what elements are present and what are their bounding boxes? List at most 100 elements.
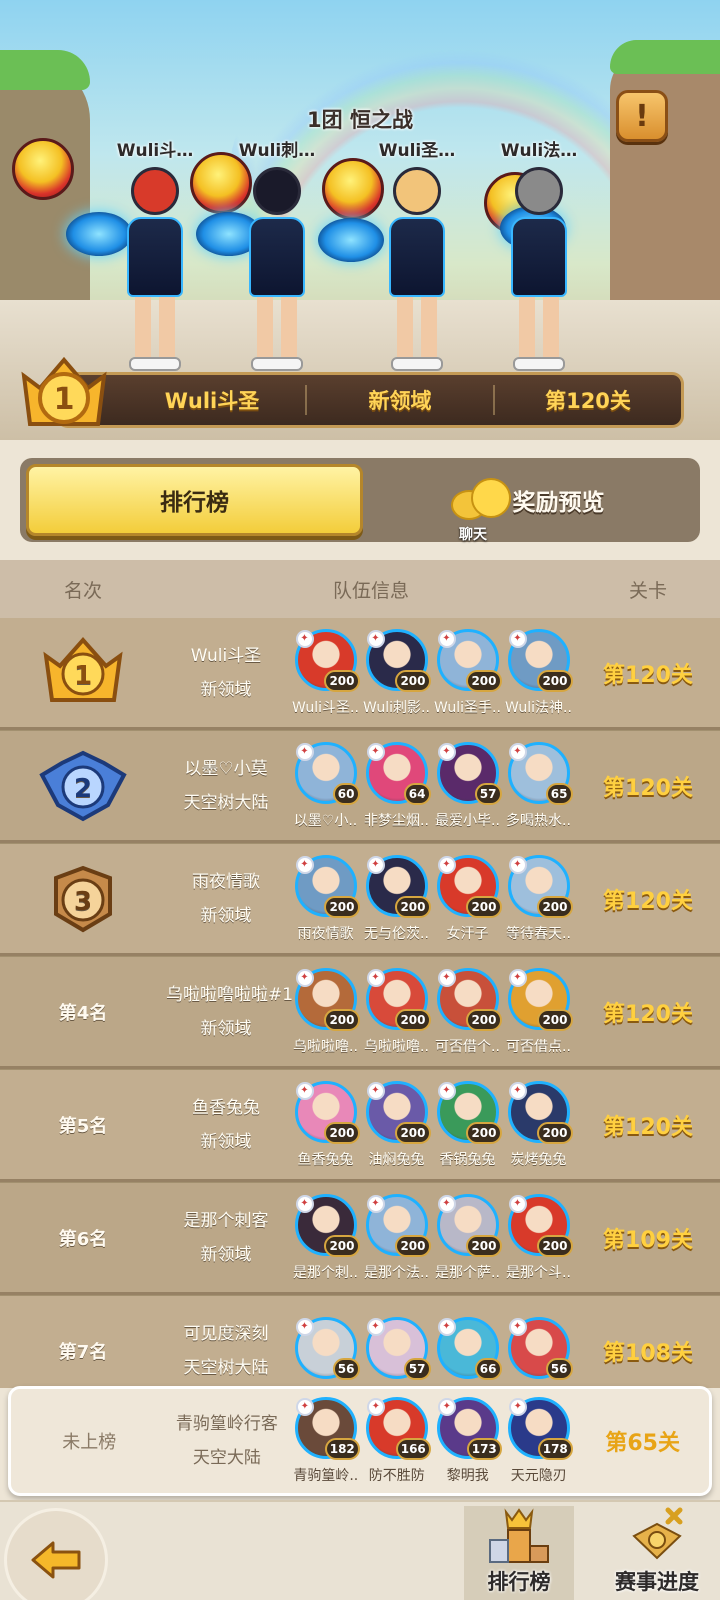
- row-level: 第120关: [603, 1001, 693, 1027]
- element-icon: ✦: [437, 629, 456, 648]
- chat-button[interactable]: 聊天: [451, 478, 511, 543]
- member-level: 65: [545, 782, 573, 805]
- element-icon: ✦: [295, 855, 314, 874]
- member-name: 香锅兔兔: [439, 1151, 496, 1168]
- ranking-row[interactable]: 第5名 鱼香兔兔 新领域 ✦ 200 鱼香兔兔 ✦ 200 油焖兔兔 ✦ 200 香锅兔兔 ✦ 200 炭烤…: [0, 1070, 720, 1182]
- team-member[interactable]: ✦ 57 最爱小毕..: [432, 741, 503, 830]
- team-member[interactable]: ✦ 200 是那个萨..: [432, 1193, 503, 1282]
- team-member[interactable]: ✦ 200 鱼香兔兔: [290, 1080, 361, 1169]
- team-member[interactable]: ✦ 166 防不胜防: [361, 1397, 432, 1485]
- member-avatar: ✦ 200: [507, 1193, 573, 1257]
- team-region: 新领域: [200, 1244, 252, 1265]
- tab-ranking[interactable]: 排行榜: [26, 464, 363, 536]
- team-member[interactable]: ✦ 56: [290, 1316, 361, 1385]
- team-member[interactable]: ✦ 60 以墨♡小..: [290, 741, 361, 830]
- ranking-row[interactable]: 3 雨夜情歌 新领域 ✦ 200 雨夜情歌 ✦ 200 无与伦茨.. ✦ 200 女汗子 ✦ 200 等待春…: [0, 844, 720, 956]
- member-level: 57: [403, 1357, 431, 1380]
- row-rank: 第6名: [58, 1228, 108, 1250]
- team-name: 鱼香兔兔: [192, 1097, 260, 1118]
- team-member[interactable]: ✦ 200 Wuli斗圣..: [290, 628, 361, 717]
- chat-label: 聊天: [459, 527, 487, 543]
- member-level: 182: [324, 1438, 360, 1460]
- member-avatar: ✦ 56: [507, 1316, 573, 1380]
- team-member[interactable]: ✦ 57: [361, 1316, 432, 1385]
- member-avatar: ✦ 200: [294, 1080, 360, 1144]
- team-member[interactable]: ✦ 200 乌啦啦噜..: [361, 967, 432, 1056]
- ranking-row[interactable]: 第6名 是那个刺客 新领域 ✦ 200 是那个刺.. ✦ 200 是那个法.. ✦ 200 是那个萨.…: [0, 1183, 720, 1295]
- team-member[interactable]: ✦ 200 可否借个..: [432, 967, 503, 1056]
- my-rank: 未上榜: [62, 1432, 117, 1453]
- member-avatar: ✦ 200: [507, 967, 573, 1031]
- member-name: 乌啦啦噜..: [364, 1038, 429, 1055]
- element-icon: ✦: [366, 855, 385, 874]
- my-team-region: 天空大陆: [192, 1448, 261, 1468]
- hero-member-4[interactable]: Wuli法…: [464, 136, 614, 377]
- team-member[interactable]: ✦ 200 Wuli法神..: [503, 628, 574, 717]
- rank-badge-number: 1: [54, 382, 75, 417]
- team-member[interactable]: ✦ 200 女汗子: [432, 854, 503, 943]
- element-icon: ✦: [437, 1194, 456, 1213]
- element-icon: ✦: [437, 968, 456, 987]
- team-member[interactable]: ✦ 182 青驹篁岭..: [290, 1397, 361, 1485]
- team-member[interactable]: ✦ 200 无与伦茨..: [361, 854, 432, 943]
- team-member[interactable]: ✦ 200 香锅兔兔: [432, 1080, 503, 1169]
- team-member[interactable]: ✦ 200 炭烤兔兔: [503, 1080, 574, 1169]
- member-name: 等待春天..: [506, 925, 571, 942]
- member-level: 200: [324, 669, 360, 692]
- team-member[interactable]: ✦ 200 乌啦啦噜..: [290, 967, 361, 1056]
- team-member[interactable]: ✦ 200 是那个斗..: [503, 1193, 574, 1282]
- ranking-row[interactable]: 第7名 可见度深刻 天空树大陆 ✦ 56 ✦ 57 ✦ 66 ✦ 56 第108关: [0, 1296, 720, 1388]
- team-member[interactable]: ✦ 64 非梦尘烟..: [361, 741, 432, 830]
- my-team-name: 青驹篁岭行客: [175, 1414, 278, 1434]
- hero-member-2[interactable]: Wuli刺…: [202, 136, 352, 377]
- row-team-info: 是那个刺客 新领域: [166, 1204, 286, 1272]
- team-member[interactable]: ✦ 200 雨夜情歌: [290, 854, 361, 943]
- element-icon: ✦: [508, 855, 527, 874]
- team-member[interactable]: ✦ 200 Wuli刺影..: [361, 628, 432, 717]
- member-avatar: ✦ 60: [294, 741, 360, 805]
- team-member[interactable]: ✦ 173 黎明我: [432, 1397, 503, 1485]
- team-member[interactable]: ✦ 178 天元隐刃: [503, 1397, 574, 1485]
- tab-rewards[interactable]: 聊天 奖励预览: [363, 464, 694, 543]
- member-level: 200: [395, 1008, 431, 1031]
- team-member[interactable]: ✦ 200 等待春天..: [503, 854, 574, 943]
- character-figure: [242, 167, 312, 377]
- member-level: 200: [324, 1234, 360, 1257]
- member-level: 60: [332, 782, 360, 805]
- member-avatar: ✦ 200: [365, 854, 431, 918]
- row-members: ✦ 200 Wuli斗圣.. ✦ 200 Wuli刺影.. ✦ 200 Wuli圣手.. ✦ 200…: [286, 628, 576, 717]
- row-level: 第120关: [603, 662, 693, 688]
- character-figure: [382, 167, 452, 377]
- member-name: 青驹篁岭..: [293, 1468, 359, 1484]
- team-member[interactable]: ✦ 200 是那个刺..: [290, 1193, 361, 1282]
- nav-progress[interactable]: 赛事进度: [602, 1506, 712, 1600]
- element-icon: ✦: [366, 742, 385, 761]
- team-member[interactable]: ✦ 200 油焖兔兔: [361, 1080, 432, 1169]
- team-member[interactable]: ✦ 65 多喝热水..: [503, 741, 574, 830]
- member-name: 是那个刺..: [293, 1264, 358, 1281]
- team-member[interactable]: ✦ 200 可否借点..: [503, 967, 574, 1056]
- element-icon: ✦: [295, 1398, 314, 1416]
- team-member[interactable]: ✦ 200 是那个法..: [361, 1193, 432, 1282]
- my-team-row[interactable]: 未上榜 青驹篁岭行客 天空大陆 ✦ 182 青驹篁岭.. ✦ 166 防不胜防 ✦ 173 黎明…: [8, 1386, 712, 1496]
- team-member[interactable]: ✦ 200 Wuli圣手..: [432, 628, 503, 717]
- team-member[interactable]: ✦ 56: [503, 1316, 574, 1385]
- element-icon: ✦: [508, 968, 527, 987]
- team-member[interactable]: ✦ 66: [432, 1316, 503, 1385]
- ranking-row[interactable]: 1 Wuli斗圣 新领域 ✦ 200 Wuli斗圣.. ✦ 200 Wuli刺影.. ✦ 200 Wu…: [0, 618, 720, 730]
- row-rank: 第4名: [58, 1002, 108, 1024]
- back-button[interactable]: [4, 1508, 108, 1600]
- notice-button[interactable]: !: [616, 90, 668, 142]
- member-name: 是那个萨..: [435, 1264, 500, 1281]
- row-level: 第120关: [603, 1114, 693, 1140]
- row-team-info: Wuli斗圣 新领域: [166, 639, 286, 707]
- ranking-list[interactable]: 1 Wuli斗圣 新领域 ✦ 200 Wuli斗圣.. ✦ 200 Wuli刺影.. ✦ 200 Wu…: [0, 618, 720, 1388]
- ranking-row[interactable]: 2 以墨♡小莫 天空树大陆 ✦ 60 以墨♡小.. ✦ 64 非梦尘烟.. ✦ 57 最爱小毕.. ✦ 6…: [0, 731, 720, 843]
- ranking-row[interactable]: 第4名 乌啦啦噜啦啦#1 新领域 ✦ 200 乌啦啦噜.. ✦ 200 乌啦啦噜.. ✦ 200 可否…: [0, 957, 720, 1069]
- element-icon: ✦: [437, 1317, 456, 1336]
- nav-label: 排行榜: [487, 1570, 551, 1594]
- nav-ranking[interactable]: 排行榜: [464, 1506, 574, 1600]
- team-name: 是那个刺客: [183, 1210, 269, 1231]
- member-avatar: ✦ 200: [436, 854, 502, 918]
- element-icon: ✦: [437, 1081, 456, 1100]
